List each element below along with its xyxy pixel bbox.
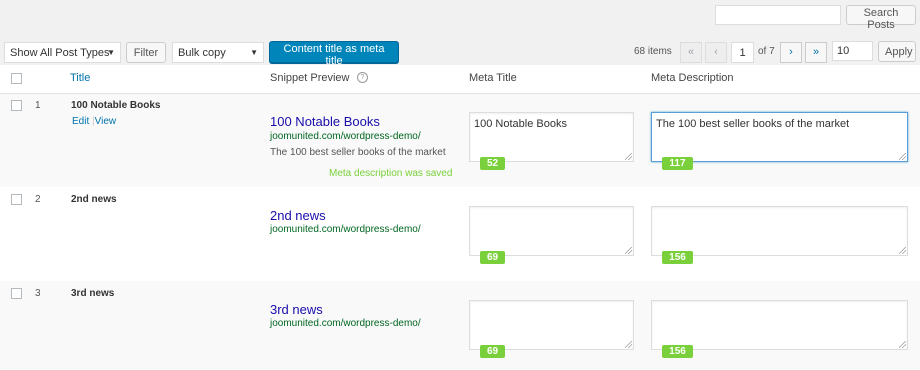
snippet-url: joomunited.com/wordpress-demo/ <box>270 131 421 142</box>
row-checkbox[interactable] <box>11 100 22 111</box>
post-type-select[interactable]: Show All Post Types ▼ <box>4 42 121 63</box>
view-link[interactable]: View <box>95 116 117 127</box>
current-page-input[interactable] <box>731 42 754 63</box>
search-posts-button[interactable]: Search Posts <box>846 5 916 31</box>
snippet-title: 3rd news <box>270 302 323 317</box>
apply-button[interactable]: Apply <box>878 41 916 62</box>
resize-handle-icon[interactable] <box>625 341 632 348</box>
resize-handle-icon[interactable] <box>899 153 906 160</box>
help-icon[interactable]: ? <box>357 72 368 83</box>
snippet-url: joomunited.com/wordpress-demo/ <box>270 224 421 235</box>
column-snippet-preview: Snippet Preview <box>270 72 350 84</box>
bulk-action-select[interactable]: Bulk copy ▼ <box>172 42 264 63</box>
row-actions: Edit |View <box>72 116 116 127</box>
search-input[interactable] <box>715 5 841 25</box>
snippet-url: joomunited.com/wordpress-demo/ <box>270 318 421 329</box>
snippet-title: 2nd news <box>270 208 326 223</box>
edit-link[interactable]: Edit <box>72 116 89 127</box>
resize-handle-icon[interactable] <box>625 247 632 254</box>
meta-title-value: 100 Notable Books <box>474 118 567 130</box>
next-page-button[interactable]: › <box>780 42 802 63</box>
last-page-button[interactable]: » <box>805 42 827 63</box>
select-all-checkbox[interactable] <box>11 73 22 84</box>
table-header <box>0 65 920 94</box>
row-number: 3 <box>35 288 41 299</box>
snippet-description: The 100 best seller books of the market <box>270 147 446 158</box>
post-title: 100 Notable Books <box>71 100 161 111</box>
bulk-action-select-value: Bulk copy <box>178 47 226 59</box>
meta-title-field[interactable] <box>469 206 634 256</box>
column-meta-description: Meta Description <box>651 72 734 84</box>
meta-description-value: The 100 best seller books of the market <box>656 118 850 130</box>
first-page-button[interactable]: « <box>680 42 702 63</box>
row-number: 2 <box>35 194 41 205</box>
post-title: 3rd news <box>71 288 115 299</box>
saved-message: Meta description was saved <box>329 168 453 179</box>
meta-title-count-badge: 52 <box>480 157 505 170</box>
meta-description-count-badge: 156 <box>662 251 693 264</box>
row-checkbox[interactable] <box>11 288 22 299</box>
resize-handle-icon[interactable] <box>899 341 906 348</box>
filter-button[interactable]: Filter <box>126 42 166 63</box>
chevron-down-icon: ▼ <box>250 48 258 57</box>
meta-description-field[interactable] <box>651 300 908 350</box>
column-meta-title: Meta Title <box>469 72 517 84</box>
post-title: 2nd news <box>71 194 117 205</box>
post-type-select-value: Show All Post Types <box>10 47 110 59</box>
meta-title-count-badge: 69 <box>480 345 505 358</box>
meta-description-count-badge: 156 <box>662 345 693 358</box>
meta-description-field[interactable] <box>651 206 908 256</box>
content-title-as-meta-title-button[interactable]: Content title as meta title <box>269 41 399 67</box>
resize-handle-icon[interactable] <box>625 153 632 160</box>
meta-description-field[interactable]: The 100 best seller books of the market <box>651 112 908 162</box>
chevron-down-icon: ▼ <box>107 48 115 57</box>
items-count: 68 items <box>634 46 672 57</box>
meta-title-count-badge: 69 <box>480 251 505 264</box>
snippet-title: 100 Notable Books <box>270 114 380 129</box>
per-page-input[interactable] <box>832 41 873 61</box>
meta-description-count-badge: 117 <box>662 157 693 170</box>
meta-title-field[interactable] <box>469 300 634 350</box>
meta-title-field[interactable]: 100 Notable Books <box>469 112 634 162</box>
column-title[interactable]: Title <box>70 72 90 84</box>
resize-handle-icon[interactable] <box>899 247 906 254</box>
prev-page-button[interactable]: ‹ <box>705 42 727 63</box>
page-count-label: of 7 <box>758 46 775 57</box>
row-checkbox[interactable] <box>11 194 22 205</box>
row-number: 1 <box>35 100 41 111</box>
